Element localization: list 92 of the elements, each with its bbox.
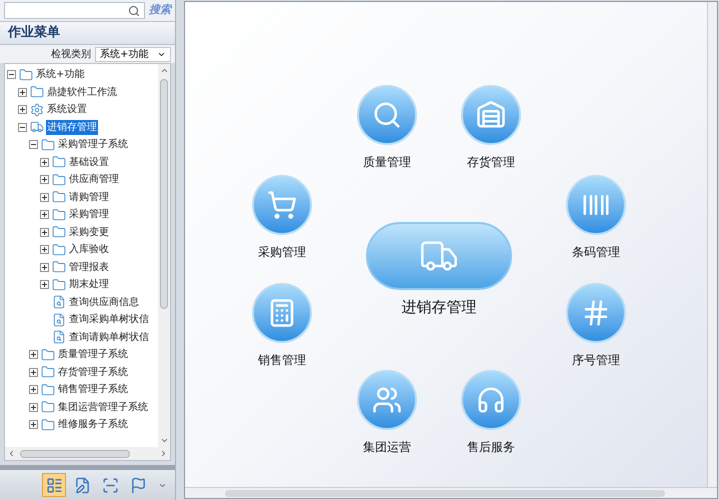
- vertical-scrollbar[interactable]: [707, 2, 717, 487]
- search-field[interactable]: [4, 2, 145, 19]
- truck-icon: [30, 120, 44, 134]
- flag-icon: [130, 476, 146, 494]
- module-label: 销售管理: [257, 352, 307, 369]
- expand-toggle[interactable]: [40, 158, 49, 167]
- tree-item[interactable]: 期末处理: [68, 277, 110, 292]
- scroll-up-icon: [160, 66, 168, 75]
- module-label: 序号管理: [571, 352, 621, 369]
- expand-toggle[interactable]: [18, 105, 27, 114]
- query-icon: [52, 330, 66, 344]
- collapse-toggle[interactable]: [29, 140, 38, 150]
- expand-toggle[interactable]: [29, 385, 38, 394]
- center-label: 进销存管理: [400, 297, 478, 318]
- collapse-toggle[interactable]: [18, 122, 27, 132]
- module-label: 存货管理: [466, 154, 516, 171]
- filter-label: 检视类别: [51, 48, 91, 62]
- gear-icon: [30, 102, 44, 117]
- vertical-scrollbar[interactable]: [158, 64, 170, 447]
- folder-icon: [41, 138, 55, 152]
- tree-item[interactable]: 质量管理子系统: [57, 347, 129, 362]
- tree-item[interactable]: 销售管理子系统: [57, 382, 129, 398]
- tree-item[interactable]: 维修服务子系统: [57, 417, 129, 432]
- tree-item[interactable]: 基础设置: [68, 154, 110, 170]
- scan-icon: [102, 476, 118, 494]
- query-icon: [52, 295, 66, 310]
- collapse-toggle[interactable]: [7, 70, 16, 80]
- folder-icon: [41, 365, 55, 380]
- expand-toggle[interactable]: [40, 228, 49, 237]
- cart-icon: [267, 190, 297, 220]
- folder-icon: [52, 155, 66, 170]
- tree-item[interactable]: 采购变更: [68, 224, 110, 240]
- scroll-left-icon: [7, 449, 16, 458]
- warehouse-icon: [476, 100, 506, 130]
- tree-item[interactable]: 查询采购单树状信: [68, 312, 150, 328]
- query-icon: [52, 312, 66, 327]
- headphones-icon: [476, 385, 506, 415]
- tree-item[interactable]: 入库验收: [68, 242, 110, 258]
- folder-icon: [52, 208, 66, 222]
- tree-item[interactable]: 鼎捷软件工作流: [46, 84, 118, 100]
- expand-toggle[interactable]: [40, 175, 49, 184]
- search-icon: [372, 100, 402, 130]
- folder-icon: [52, 225, 66, 240]
- folder-icon: [41, 418, 55, 432]
- expand-toggle[interactable]: [29, 420, 38, 430]
- folder-icon: [52, 172, 66, 187]
- tree-item[interactable]: 管理报表: [68, 260, 110, 275]
- toolbar-button[interactable]: [42, 473, 66, 497]
- tree-item[interactable]: 进销存管理: [46, 120, 98, 135]
- tree-item[interactable]: 供应商管理: [68, 172, 120, 188]
- folder-icon: [41, 400, 55, 414]
- expand-toggle[interactable]: [29, 350, 38, 360]
- module-label: 售后服务: [466, 439, 516, 456]
- tree-item[interactable]: 采购管理: [68, 207, 110, 222]
- scroll-down-icon: [160, 436, 168, 445]
- module-label: 条码管理: [571, 244, 621, 261]
- panel-header: 作业菜单: [0, 21, 175, 45]
- expand-toggle[interactable]: [29, 402, 38, 412]
- tree-item[interactable]: 系统设置: [46, 102, 88, 118]
- tree-item[interactable]: 查询供应商信息: [68, 294, 140, 310]
- expand-toggle[interactable]: [40, 262, 49, 272]
- folder-icon: [52, 260, 66, 274]
- expand-toggle[interactable]: [40, 245, 49, 254]
- tree-item[interactable]: 系统+功能: [35, 67, 86, 82]
- tree-item[interactable]: 查询请购单树状信: [68, 330, 150, 345]
- horizontal-scrollbar[interactable]: [185, 487, 717, 498]
- tree-item[interactable]: 采购管理子系统: [57, 137, 129, 152]
- expand-toggle[interactable]: [18, 88, 27, 97]
- folder-icon: [19, 68, 33, 82]
- expand-toggle[interactable]: [40, 192, 49, 202]
- folder-icon: [52, 242, 66, 257]
- tree-item[interactable]: 集团运营管理子系统: [57, 400, 149, 415]
- module-label: 采购管理: [257, 244, 307, 261]
- edit-icon: [74, 476, 90, 494]
- expand-toggle[interactable]: [29, 368, 38, 377]
- scroll-right-icon: [159, 449, 168, 458]
- filter-dropdown[interactable]: 系统+功能: [95, 46, 171, 62]
- search-icon: [128, 4, 140, 16]
- folder-icon: [52, 278, 66, 292]
- expand-toggle[interactable]: [40, 210, 49, 220]
- module-label: 质量管理: [362, 154, 412, 171]
- list-icon: [46, 476, 62, 494]
- folder-icon: [41, 382, 55, 397]
- tree-item[interactable]: 存货管理子系统: [57, 364, 129, 380]
- folder-icon: [52, 190, 66, 204]
- people-icon: [372, 385, 402, 415]
- module-label: 集团运营: [362, 439, 412, 456]
- tree-item[interactable]: 请购管理: [68, 190, 110, 205]
- horizontal-scrollbar[interactable]: [5, 447, 170, 460]
- expand-toggle[interactable]: [40, 280, 49, 290]
- folder-icon: [41, 348, 55, 362]
- folder-icon: [30, 85, 44, 100]
